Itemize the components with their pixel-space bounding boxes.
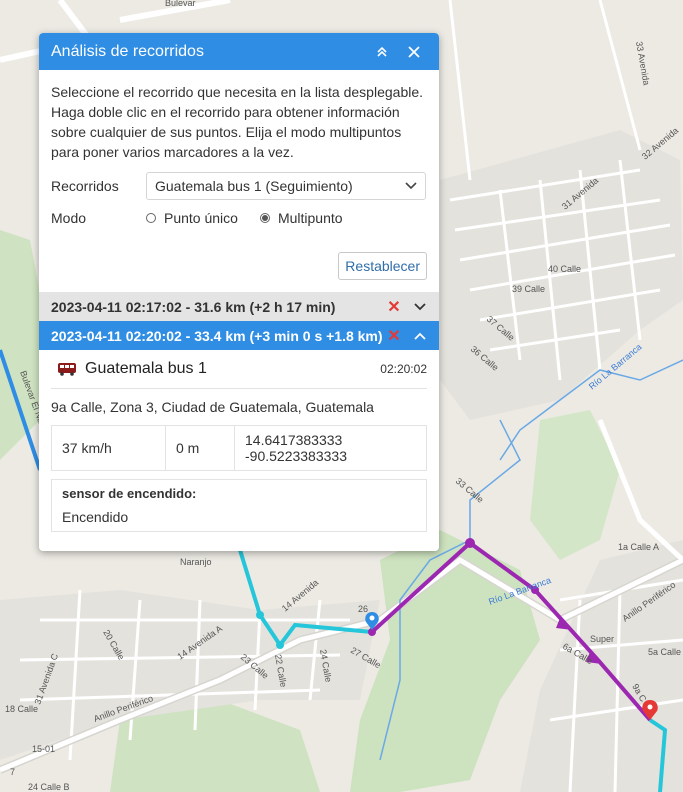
map-label: Super — [590, 634, 614, 644]
unit-info-header: Guatemala bus 1 02:20:02 — [51, 350, 427, 389]
chevron-up-icon[interactable] — [413, 332, 427, 340]
unit-time: 02:20:02 — [380, 362, 427, 376]
panel-description: Seleccione el recorrido que necesita en … — [51, 84, 424, 160]
map-label: 39 Calle — [512, 284, 545, 294]
mode-multi-radio[interactable]: Multipunto — [259, 210, 343, 226]
track-item[interactable]: 2023-04-11 02:20:02 - 33.4 km (+3 min 0 … — [39, 321, 439, 350]
map-label: Bulevar — [165, 0, 196, 8]
route-point[interactable] — [465, 538, 475, 548]
sensor-box: sensor de encendido: Encendido — [51, 479, 427, 532]
map-label: 24 Calle B — [28, 782, 70, 792]
delete-track-button[interactable]: ✕ — [387, 326, 401, 346]
reset-row: Restablecer — [39, 252, 439, 280]
map-label: 15-01 — [32, 744, 55, 754]
mode-single-radio[interactable]: Punto único — [146, 210, 238, 226]
collapse-button[interactable] — [369, 39, 395, 65]
map-label: 40 Calle — [548, 264, 581, 274]
coordinates-cell: 14.6417383333 -90.5223383333 — [234, 425, 427, 471]
bus-icon — [58, 363, 76, 376]
map-label: 33 Avenida — [634, 41, 652, 86]
track-item-label: 2023-04-11 02:20:02 - 33.4 km (+3 min 0 … — [51, 327, 383, 344]
map-label: 18 Calle — [5, 704, 38, 714]
latitude-value: 14.6417383333 — [245, 432, 343, 448]
track-item-label: 2023-04-11 02:17:02 - 31.6 km (+2 h 17 m… — [51, 298, 336, 315]
longitude-value: -90.5223383333 — [245, 448, 347, 464]
mode-row: Modo Punto único Multipunto — [39, 208, 439, 228]
unit-address: 9a Calle, Zona 3, Ciudad de Guatemala, G… — [51, 399, 374, 415]
close-icon — [408, 45, 420, 58]
sensor-value: Encendido — [62, 509, 129, 525]
mode-single-label: Punto único — [164, 210, 238, 226]
mode-multi-label: Multipunto — [277, 210, 343, 226]
sensor-title: sensor de encendido: — [62, 486, 197, 501]
map-label: 5a Calle — [648, 647, 681, 657]
panel-title: Análisis de recorridos — [51, 42, 204, 60]
metrics-table: 37 km/h 0 m 14.6417383333 -90.5223383333 — [51, 425, 427, 471]
altitude-cell: 0 m — [165, 425, 235, 471]
mode-label: Modo — [51, 210, 87, 226]
map-label: 26 — [358, 604, 368, 614]
tracks-select[interactable]: Guatemala bus 1 (Seguimiento) — [146, 172, 426, 200]
route-analysis-panel: Análisis de recorridos Seleccione el rec… — [39, 33, 439, 551]
panel-header: Análisis de recorridos — [39, 33, 439, 70]
route-point[interactable] — [256, 611, 264, 619]
tracks-label: Recorridos — [51, 178, 119, 194]
reset-button[interactable]: Restablecer — [338, 252, 427, 280]
tracks-list: 2023-04-11 02:17:02 - 31.6 km (+2 h 17 m… — [39, 292, 439, 350]
map-label: 7 — [10, 767, 15, 777]
delete-track-button[interactable]: ✕ — [387, 297, 401, 317]
tracks-row: Recorridos Guatemala bus 1 (Seguimiento) — [39, 172, 439, 200]
chevron-down-icon[interactable] — [413, 302, 427, 311]
radio-unchecked-icon — [146, 213, 156, 223]
track-item[interactable]: 2023-04-11 02:17:02 - 31.6 km (+2 h 17 m… — [39, 292, 439, 321]
route-point[interactable] — [276, 641, 284, 649]
tracks-select-value: Guatemala bus 1 (Seguimiento) — [155, 178, 353, 194]
speed-cell: 37 km/h — [51, 425, 166, 471]
map-label: Naranjo — [180, 557, 212, 567]
radio-checked-icon — [259, 213, 270, 223]
unit-name: Guatemala bus 1 — [85, 360, 207, 377]
map-label: 1a Calle A — [618, 542, 659, 552]
chevron-down-icon — [405, 182, 417, 190]
chevron-double-up-icon — [377, 46, 387, 57]
close-button[interactable] — [401, 39, 427, 65]
